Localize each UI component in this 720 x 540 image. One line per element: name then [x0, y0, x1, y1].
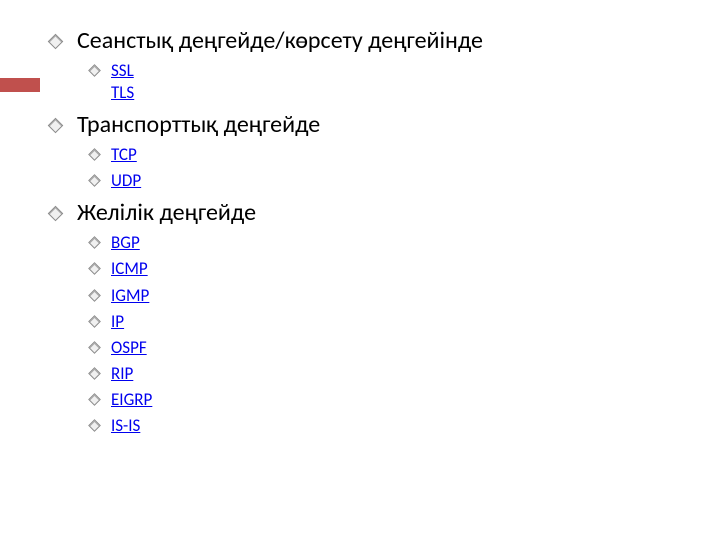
bullet-diamond-icon	[48, 206, 64, 222]
list-item: EIGRP	[90, 389, 690, 411]
bullet-diamond-icon	[88, 263, 101, 276]
list-item: Сеанстық деңгейде/көрсету деңгейінде	[50, 26, 690, 56]
list-item: OSPF	[90, 337, 690, 359]
section-heading: Желілік деңгейде	[77, 198, 256, 228]
protocol-link[interactable]: IP	[111, 311, 124, 333]
protocol-link[interactable]: SSL	[111, 60, 134, 82]
bullet-diamond-icon	[88, 367, 101, 380]
protocol-link[interactable]: UDP	[111, 170, 141, 192]
bullet-diamond-icon	[88, 174, 101, 187]
bullet-diamond-icon	[88, 237, 101, 250]
protocol-link[interactable]: EIGRP	[111, 389, 152, 411]
list-item: Желілік деңгейде	[50, 198, 690, 228]
section-heading: Транспорттық деңгейде	[77, 110, 320, 140]
list-item: IP	[90, 311, 690, 333]
protocol-link[interactable]: TCP	[111, 144, 137, 166]
list-item: TLS	[90, 82, 690, 104]
slide-content: Сеанстық деңгейде/көрсету деңгейінде SSL…	[50, 20, 690, 439]
protocol-link[interactable]: RIP	[111, 363, 133, 385]
protocol-link[interactable]: IGMP	[111, 285, 149, 307]
protocol-link[interactable]: IS-IS	[111, 415, 140, 437]
bullet-diamond-icon	[88, 341, 101, 354]
list-item: SSL	[90, 60, 690, 82]
protocol-link[interactable]: TLS	[111, 82, 134, 104]
bullet-diamond-icon	[88, 289, 101, 302]
section-transport: Транспорттық деңгейде TCP UDP	[50, 110, 690, 192]
section-heading: Сеанстық деңгейде/көрсету деңгейінде	[77, 26, 483, 56]
section-session: Сеанстық деңгейде/көрсету деңгейінде SSL…	[50, 26, 690, 104]
bullet-diamond-icon	[48, 34, 64, 50]
bullet-diamond-icon	[88, 419, 101, 432]
protocol-link[interactable]: ICMP	[111, 258, 148, 280]
section-network: Желілік деңгейде BGP ICMP IGMP IP OSPF R…	[50, 198, 690, 437]
bullet-diamond-icon	[48, 118, 64, 134]
list-item: IS-IS	[90, 415, 690, 437]
list-item: Транспорттық деңгейде	[50, 110, 690, 140]
list-item: ICMP	[90, 258, 690, 280]
accent-bar	[0, 78, 40, 92]
protocol-link[interactable]: OSPF	[111, 337, 147, 359]
bullet-diamond-icon	[88, 393, 101, 406]
bullet-diamond-icon	[88, 315, 101, 328]
list-item: UDP	[90, 170, 690, 192]
bullet-diamond-icon	[88, 64, 101, 77]
list-item: RIP	[90, 363, 690, 385]
protocol-link[interactable]: BGP	[111, 232, 140, 254]
bullet-diamond-icon	[88, 148, 101, 161]
list-item: TCP	[90, 144, 690, 166]
list-item: BGP	[90, 232, 690, 254]
list-item: IGMP	[90, 285, 690, 307]
